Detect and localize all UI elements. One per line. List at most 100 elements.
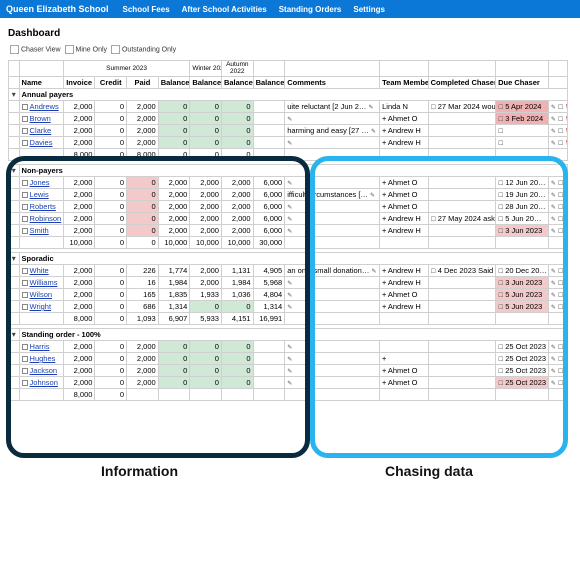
- name-cell[interactable]: Lewis: [19, 189, 63, 201]
- delete-icon[interactable]: [565, 378, 567, 383]
- team-cell[interactable]: [380, 353, 429, 365]
- row-actions[interactable]: ▾: [548, 377, 567, 389]
- completed-cell[interactable]: [428, 225, 495, 237]
- edit-icon[interactable]: [551, 342, 556, 347]
- due-cell[interactable]: 25 Oct 2023: [496, 353, 549, 365]
- add-team-icon[interactable]: [382, 226, 386, 235]
- add-team-icon[interactable]: [382, 138, 386, 147]
- checkbox-icon[interactable]: [431, 214, 436, 219]
- team-cell[interactable]: Linda N: [380, 101, 429, 113]
- row-actions[interactable]: ▾: [548, 341, 567, 353]
- name-cell[interactable]: Roberts: [19, 201, 63, 213]
- team-cell[interactable]: Ahmet O: [380, 365, 429, 377]
- completed-cell[interactable]: 4 Dec 2023 Said wo…: [428, 265, 495, 277]
- completed-cell[interactable]: [428, 201, 495, 213]
- col-comments[interactable]: Comments: [285, 77, 380, 89]
- name-cell[interactable]: Jones: [19, 177, 63, 189]
- name-cell[interactable]: Wright: [19, 301, 63, 313]
- checkbox-icon[interactable]: [558, 378, 563, 383]
- delete-icon[interactable]: [565, 354, 567, 359]
- delete-icon[interactable]: [565, 266, 567, 271]
- comments-cell[interactable]: [285, 225, 380, 237]
- comments-cell[interactable]: [285, 365, 380, 377]
- row-actions[interactable]: ▾: [548, 201, 567, 213]
- checkbox-icon[interactable]: [558, 302, 563, 307]
- row-actions[interactable]: ▾: [548, 265, 567, 277]
- edit-icon[interactable]: [551, 138, 556, 143]
- due-cell[interactable]: 3 Jun 2023: [496, 277, 549, 289]
- name-cell[interactable]: Hughes: [19, 353, 63, 365]
- edit-icon[interactable]: [287, 202, 292, 207]
- team-cell[interactable]: [380, 341, 429, 353]
- row-actions[interactable]: ▾: [548, 353, 567, 365]
- team-cell[interactable]: Ahmet O: [380, 113, 429, 125]
- team-cell[interactable]: Andrew H: [380, 301, 429, 313]
- edit-icon[interactable]: [551, 378, 556, 383]
- checkbox-icon[interactable]: [431, 266, 436, 271]
- col-invoice[interactable]: Invoice: [63, 77, 95, 89]
- edit-icon[interactable]: [371, 266, 376, 271]
- add-team-icon[interactable]: [382, 378, 386, 387]
- delete-icon[interactable]: [565, 202, 567, 207]
- team-cell[interactable]: Ahmet O: [380, 201, 429, 213]
- row-actions[interactable]: ▾: [548, 225, 567, 237]
- row-actions[interactable]: ▾: [548, 137, 567, 149]
- due-cell[interactable]: 3 Feb 2024: [496, 113, 549, 125]
- edit-icon[interactable]: [287, 114, 292, 119]
- checkbox-icon[interactable]: [558, 366, 563, 371]
- due-cell[interactable]: 20 Dec 20…: [496, 265, 549, 277]
- due-cell[interactable]: 5 Jun 20…: [496, 213, 549, 225]
- comments-cell[interactable]: [285, 341, 380, 353]
- edit-icon[interactable]: [551, 302, 556, 307]
- due-cell[interactable]: 5 Jun 2023: [496, 289, 549, 301]
- add-team-icon[interactable]: [382, 278, 386, 287]
- add-team-icon[interactable]: [382, 202, 386, 211]
- checkbox-icon[interactable]: [558, 126, 563, 131]
- edit-icon[interactable]: [287, 378, 292, 383]
- filter-outstanding[interactable]: [111, 45, 120, 54]
- comments-cell[interactable]: [285, 113, 380, 125]
- name-cell[interactable]: Andrews: [19, 101, 63, 113]
- edit-icon[interactable]: [551, 366, 556, 371]
- due-cell[interactable]: 19 Jun 20…: [496, 189, 549, 201]
- team-cell[interactable]: Ahmet O: [380, 289, 429, 301]
- delete-icon[interactable]: [565, 226, 567, 231]
- completed-cell[interactable]: [428, 113, 495, 125]
- name-cell[interactable]: Williams: [19, 277, 63, 289]
- row-actions[interactable]: ▾: [548, 277, 567, 289]
- comments-cell[interactable]: ifficult circumstances […: [285, 189, 380, 201]
- checkbox-icon[interactable]: [431, 102, 436, 107]
- col-completed[interactable]: Completed Chaser: [428, 77, 495, 89]
- delete-icon[interactable]: [565, 114, 567, 119]
- collapse-icon[interactable]: [9, 165, 20, 177]
- team-cell[interactable]: Ahmet O: [380, 377, 429, 389]
- delete-icon[interactable]: [565, 178, 567, 183]
- nav-standing-orders[interactable]: Standing Orders: [279, 5, 342, 14]
- col-name[interactable]: Name: [19, 77, 63, 89]
- col-balance-t[interactable]: Balance: [253, 77, 285, 89]
- edit-icon[interactable]: [551, 190, 556, 195]
- delete-icon[interactable]: [565, 126, 567, 131]
- checkbox-icon[interactable]: [558, 342, 563, 347]
- completed-cell[interactable]: [428, 301, 495, 313]
- filter-mine-only[interactable]: [64, 45, 73, 54]
- name-cell[interactable]: Brown: [19, 113, 63, 125]
- completed-cell[interactable]: [428, 365, 495, 377]
- edit-icon[interactable]: [551, 214, 556, 219]
- delete-icon[interactable]: [565, 138, 567, 143]
- team-cell[interactable]: Andrew H: [380, 137, 429, 149]
- completed-cell[interactable]: [428, 125, 495, 137]
- checkbox-icon[interactable]: [558, 202, 563, 207]
- edit-icon[interactable]: [551, 290, 556, 295]
- team-cell[interactable]: Andrew H: [380, 277, 429, 289]
- edit-icon[interactable]: [287, 214, 292, 219]
- name-cell[interactable]: Clarke: [19, 125, 63, 137]
- team-cell[interactable]: Ahmet O: [380, 177, 429, 189]
- name-cell[interactable]: Davies: [19, 137, 63, 149]
- add-team-icon[interactable]: [382, 214, 386, 223]
- completed-cell[interactable]: [428, 289, 495, 301]
- edit-icon[interactable]: [371, 126, 376, 131]
- due-cell[interactable]: 3 Jun 2023: [496, 225, 549, 237]
- comments-cell[interactable]: [285, 377, 380, 389]
- edit-icon[interactable]: [370, 190, 375, 195]
